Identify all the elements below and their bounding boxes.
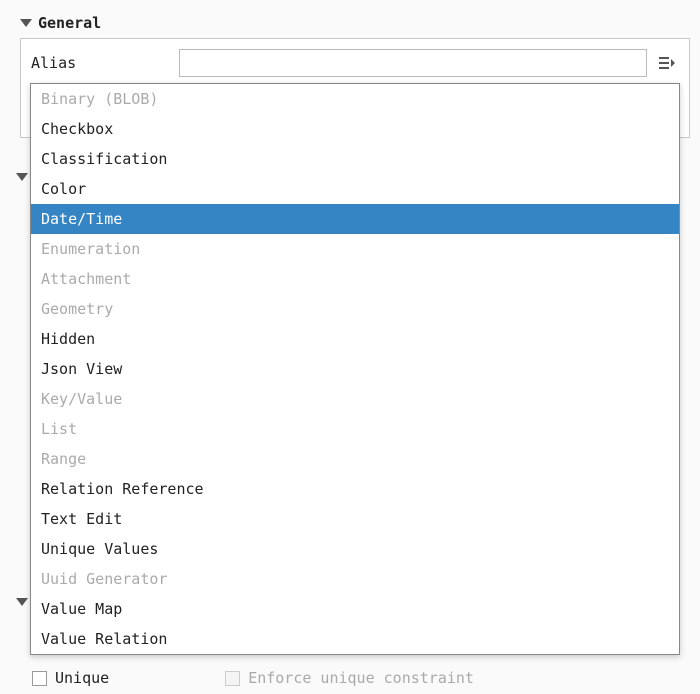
label-enforce: Enforce unique constraint <box>248 669 474 687</box>
dropdown-item[interactable]: Date/Time <box>31 204 679 234</box>
dropdown-item: Range <box>31 444 679 474</box>
dropdown-item[interactable]: Value Relation <box>31 624 679 654</box>
checkbox-unique[interactable] <box>32 671 47 686</box>
dropdown-item[interactable]: Json View <box>31 354 679 384</box>
section-header-hidden-2[interactable] <box>16 598 28 606</box>
constraints-area: Unique Enforce unique constraint <box>0 663 700 693</box>
section-header-general[interactable]: General <box>0 8 700 38</box>
dropdown-item[interactable]: Text Edit <box>31 504 679 534</box>
section-title-general: General <box>38 14 101 32</box>
triangle-down-icon <box>16 598 28 606</box>
left-edge <box>3 8 4 694</box>
dropdown-item: Enumeration <box>31 234 679 264</box>
dropdown-item: Attachment <box>31 264 679 294</box>
label-unique: Unique <box>55 669 109 687</box>
dropdown-item[interactable]: Checkbox <box>31 114 679 144</box>
dropdown-item[interactable]: Relation Reference <box>31 474 679 504</box>
alias-input[interactable] <box>179 49 647 77</box>
dropdown-item: Uuid Generator <box>31 564 679 594</box>
triangle-down-icon <box>20 19 32 27</box>
triangle-down-icon <box>16 173 28 181</box>
row-alias: Alias <box>31 49 679 77</box>
widget-type-dropdown[interactable]: Binary (BLOB)CheckboxClassificationColor… <box>30 83 680 655</box>
dropdown-item: Geometry <box>31 294 679 324</box>
dropdown-item[interactable]: Unique Values <box>31 534 679 564</box>
dropdown-item[interactable]: Classification <box>31 144 679 174</box>
dropdown-item: List <box>31 414 679 444</box>
dropdown-item[interactable]: Hidden <box>31 324 679 354</box>
data-override-icon[interactable] <box>655 51 679 75</box>
dropdown-item[interactable]: Color <box>31 174 679 204</box>
label-alias: Alias <box>31 54 171 72</box>
section-header-hidden-1[interactable] <box>16 173 28 181</box>
checkbox-enforce <box>225 671 240 686</box>
dropdown-item[interactable]: Value Map <box>31 594 679 624</box>
dropdown-item: Key/Value <box>31 384 679 414</box>
dropdown-item: Binary (BLOB) <box>31 84 679 114</box>
